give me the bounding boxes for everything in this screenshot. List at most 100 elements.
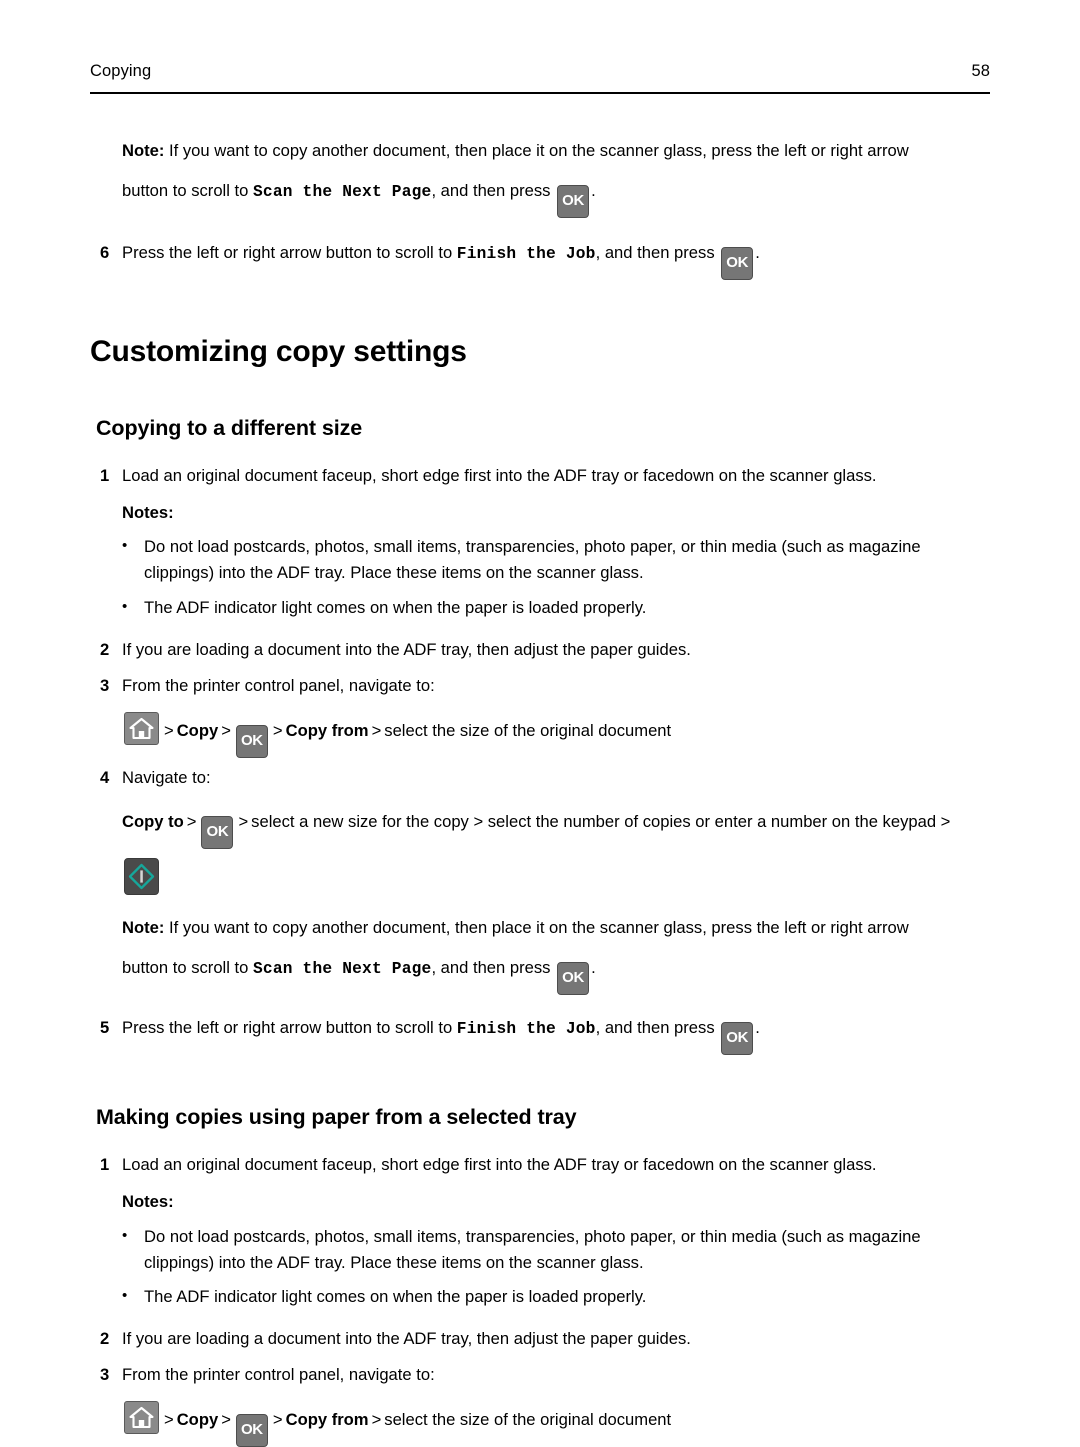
path-separator: >: [371, 720, 382, 740]
ok-key-icon[interactable]: OK: [235, 1414, 268, 1447]
bullet-text: The ADF indicator light comes on when th…: [144, 597, 647, 617]
path-separator: >: [238, 812, 249, 832]
document-page: Copying 58 Note: If you want to copy ano…: [0, 0, 1080, 1447]
command-scan-next-page: Scan the Next Page: [252, 183, 432, 202]
path-copy-to[interactable]: Copy to: [122, 812, 184, 831]
note-line2-pre: button to scroll to: [122, 958, 253, 978]
page-title: Customizing copy settings: [90, 335, 467, 369]
path-copy-from[interactable]: Copy from: [286, 1410, 369, 1429]
step-row: 4 Navigate to:: [100, 765, 990, 792]
list-item: • Do not load postcards, photos, small i…: [122, 534, 990, 586]
step-text: Load an original document faceup, short …: [122, 1155, 877, 1175]
home-icon[interactable]: [124, 1401, 159, 1435]
bullet-text: Do not load postcards, photos, small ite…: [144, 537, 921, 583]
bullet-icon: •: [122, 1287, 128, 1305]
bullet-icon: •: [122, 537, 128, 555]
step-text: From the printer control panel, navigate…: [122, 1365, 435, 1385]
step-row: 1 Load an original document faceup, shor…: [100, 1152, 990, 1179]
command-finish-the-job: Finish the Job: [456, 1020, 596, 1039]
header-divider: [90, 92, 990, 94]
step6-post: , and then press: [595, 243, 720, 263]
step-number: 2: [100, 1329, 110, 1349]
step-row: 2 If you are loading a document into the…: [100, 637, 990, 664]
step-number: 1: [100, 1155, 110, 1175]
step-row: 6 Press the left or right arrow button t…: [100, 240, 990, 281]
home-icon[interactable]: [124, 711, 159, 745]
step-row: 3 From the printer control panel, naviga…: [100, 1362, 990, 1389]
step-number: 3: [100, 1365, 110, 1385]
ok-key-icon[interactable]: OK: [557, 962, 590, 996]
step-number: 5: [100, 1018, 110, 1038]
ok-key-icon[interactable]: OK: [721, 247, 754, 281]
navigation-path: > Copy >OK> Copy from > select the size of th…: [122, 711, 1002, 758]
step-number: 1: [100, 465, 110, 485]
ok-key-icon[interactable]: OK: [721, 1022, 754, 1056]
notes-bullet-list: • Do not load postcards, photos, small i…: [122, 534, 990, 621]
top-note: Note: If you want to copy another docume…: [122, 134, 990, 219]
bullet-icon: •: [122, 597, 128, 615]
navigation-path: > Copy >OK> Copy from > select the size of th…: [122, 1401, 1002, 1447]
page-content: Note: If you want to copy another docume…: [0, 120, 1080, 1447]
note-line2-end: .: [591, 958, 596, 978]
bullet-icon: •: [122, 1226, 128, 1244]
step-text: Load an original document faceup, short …: [122, 465, 877, 485]
start-key-row: [122, 858, 1002, 896]
note-label: Note:: [122, 918, 165, 938]
note-line2-end: .: [591, 181, 596, 201]
path-separator: >: [371, 1410, 382, 1430]
step-number: 3: [100, 675, 110, 695]
command-scan-next-page: Scan the Next Page: [252, 960, 432, 979]
step-text: Press the left or right arrow button to …: [122, 240, 990, 281]
note-line2-post: , and then press: [431, 958, 556, 978]
step5-pre: Press the left or right arrow button to …: [122, 1018, 457, 1038]
step-text: If you are loading a document into the A…: [122, 1329, 691, 1349]
step-number: 2: [100, 639, 110, 659]
note-text: If you want to copy another document, th…: [164, 141, 909, 160]
ok-key-icon[interactable]: OK: [235, 724, 268, 758]
top-note-line2: button to scroll to Scan the Next Page, …: [122, 174, 990, 219]
note-line2-pre: button to scroll to: [122, 181, 253, 201]
path-tail: select the size of the original document: [384, 1410, 672, 1430]
note-text: If you want to copy another document, th…: [164, 918, 909, 938]
subsection-title-1: Copying to a different size: [96, 416, 363, 441]
header-chapter: Copying: [90, 62, 152, 80]
notes-bullet-list: • Do not load postcards, photos, small i…: [122, 1224, 990, 1311]
step6-pre: Press the left or right arrow button to …: [122, 243, 457, 263]
note-block: Note: If you want to copy another docume…: [122, 911, 990, 996]
running-header: Copying 58: [90, 62, 990, 81]
step-number: 4: [100, 767, 110, 787]
step6-end: .: [755, 243, 760, 263]
path-separator: >: [186, 812, 197, 832]
notes-label: Notes:: [122, 502, 174, 522]
path-copy[interactable]: Copy: [177, 1410, 218, 1429]
note-label: Note:: [122, 141, 165, 160]
step-row: 3 From the printer control panel, naviga…: [100, 673, 990, 700]
step-row: 5 Press the left or right arrow button t…: [100, 1015, 990, 1056]
navigation-path: Copy to >OK> select a new size for the cop…: [122, 809, 1002, 850]
path-separator: >: [221, 1410, 231, 1430]
step-text: Press the left or right arrow button to …: [122, 1015, 990, 1056]
path-tail: select the size of the original document: [384, 720, 672, 740]
step-text: If you are loading a document into the A…: [122, 639, 691, 659]
list-item: • The ADF indicator light comes on when …: [122, 1284, 990, 1310]
note-line2: button to scroll to Scan the Next Page, …: [122, 951, 990, 996]
path-tail: select a new size for the copy > select …: [251, 812, 951, 832]
header-page-number: 58: [971, 62, 990, 80]
note-line2-post: , and then press: [431, 181, 556, 201]
path-separator: >: [164, 1410, 174, 1430]
step-text: Navigate to:: [122, 767, 211, 787]
ok-key-icon[interactable]: OK: [201, 816, 234, 850]
step-text: From the printer control panel, navigate…: [122, 675, 435, 695]
step5-end: .: [755, 1018, 760, 1038]
step-row: 2 If you are loading a document into the…: [100, 1326, 990, 1353]
bullet-text: Do not load postcards, photos, small ite…: [144, 1226, 921, 1272]
ok-key-icon[interactable]: OK: [557, 185, 590, 219]
subsection-title-2: Making copies using paper from a selecte…: [96, 1105, 577, 1130]
path-separator: >: [164, 720, 174, 740]
path-separator: >: [221, 720, 231, 740]
bullet-text: The ADF indicator light comes on when th…: [144, 1287, 647, 1307]
path-copy[interactable]: Copy: [177, 721, 218, 740]
start-icon[interactable]: [124, 858, 159, 896]
path-copy-from[interactable]: Copy from: [286, 721, 369, 740]
notes-label: Notes:: [122, 1192, 174, 1212]
